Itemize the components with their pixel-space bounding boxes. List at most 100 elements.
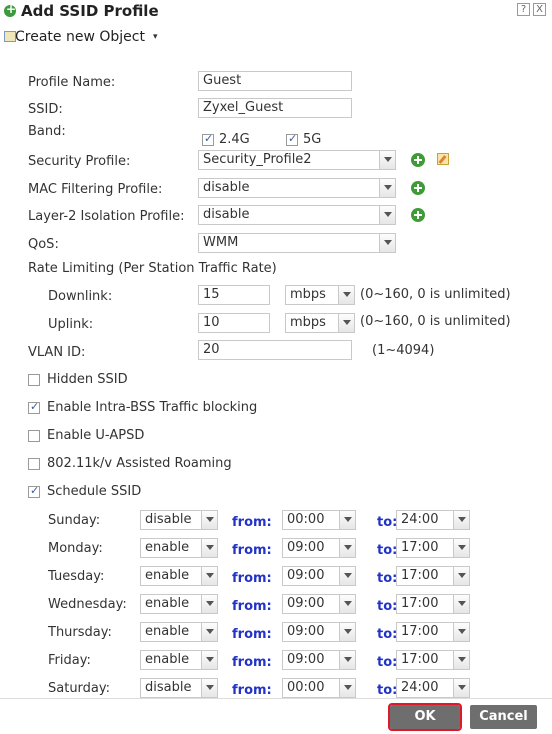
schedule-from-select-value: 09:00: [287, 568, 325, 583]
add-layer2-isolation-icon[interactable]: [411, 208, 425, 222]
schedule-to-label: to:: [377, 655, 398, 670]
uapsd-checkbox[interactable]: [28, 430, 40, 442]
schedule-to-label: to:: [377, 571, 398, 586]
schedule-day-label: Monday:: [48, 541, 103, 556]
add-security-profile-icon[interactable]: [411, 153, 425, 167]
chevron-down-icon: [453, 567, 469, 585]
security-profile-label: Security Profile:: [28, 154, 131, 169]
schedule-to-select[interactable]: 24:00: [396, 678, 470, 698]
schedule-day-label: Wednesday:: [48, 597, 127, 612]
ssid-input[interactable]: Zyxel_Guest: [198, 98, 352, 118]
downlink-range-hint: (0~160, 0 is unlimited): [360, 287, 511, 302]
schedule-state-select[interactable]: enable: [140, 594, 218, 614]
qos-select[interactable]: WMM: [198, 233, 396, 253]
schedule-ssid-label: Schedule SSID: [47, 484, 142, 499]
vlan-id-input[interactable]: 20: [198, 340, 352, 360]
downlink-unit-select[interactable]: mbps: [285, 285, 355, 305]
schedule-from-select[interactable]: 00:00: [282, 510, 356, 530]
schedule-from-select[interactable]: 09:00: [282, 650, 356, 670]
qos-label: QoS:: [28, 237, 59, 252]
chevron-down-icon: [201, 511, 217, 529]
downlink-unit-value: mbps: [290, 287, 326, 302]
schedule-day-label: Tuesday:: [48, 569, 105, 584]
add-mac-filtering-icon[interactable]: [411, 181, 425, 195]
dialog-titlebar: Add SSID Profile ? X: [0, 0, 552, 24]
schedule-to-label: to:: [377, 543, 398, 558]
schedule-from-label: from:: [232, 515, 272, 530]
intra-bss-label: Enable Intra-BSS Traffic blocking: [47, 400, 258, 415]
schedule-state-select-value: enable: [145, 596, 190, 611]
schedule-to-select[interactable]: 17:00: [396, 594, 470, 614]
schedule-state-select-value: disable: [145, 680, 192, 695]
schedule-from-label: from:: [232, 683, 272, 698]
band-5g-label: 5G: [303, 132, 322, 147]
schedule-to-select[interactable]: 17:00: [396, 566, 470, 586]
mac-filtering-select[interactable]: disable: [198, 178, 396, 198]
schedule-ssid-checkbox[interactable]: [28, 484, 40, 498]
schedule-state-select[interactable]: enable: [140, 650, 218, 670]
band-5g-checkbox[interactable]: [286, 132, 298, 146]
chevron-down-icon: [339, 595, 355, 613]
schedule-state-select-value: disable: [145, 512, 192, 527]
chevron-down-icon: [201, 539, 217, 557]
schedule-state-select[interactable]: enable: [140, 566, 218, 586]
chevron-down-icon: [339, 651, 355, 669]
close-icon[interactable]: X: [533, 3, 546, 16]
schedule-to-select[interactable]: 17:00: [396, 538, 470, 558]
ssid-label: SSID:: [28, 102, 63, 117]
rate-limiting-label: Rate Limiting (Per Station Traffic Rate): [28, 261, 277, 276]
schedule-from-label: from:: [232, 599, 272, 614]
profile-name-input[interactable]: Guest: [198, 71, 352, 91]
schedule-state-select[interactable]: disable: [140, 510, 218, 530]
schedule-state-select[interactable]: enable: [140, 622, 218, 642]
schedule-from-select[interactable]: 09:00: [282, 538, 356, 558]
chevron-down-icon: [379, 206, 395, 224]
chevron-down-icon: [201, 651, 217, 669]
downlink-input[interactable]: 15: [198, 285, 270, 305]
chevron-down-icon: [338, 314, 354, 332]
chevron-down-icon: [453, 679, 469, 697]
uplink-unit-value: mbps: [290, 315, 326, 330]
chevron-down-icon: [379, 234, 395, 252]
schedule-from-label: from:: [232, 571, 272, 586]
uplink-input[interactable]: 10: [198, 313, 270, 333]
uapsd-label: Enable U-APSD: [47, 428, 145, 443]
cancel-button[interactable]: Cancel: [470, 705, 537, 729]
schedule-to-label: to:: [377, 515, 398, 530]
security-profile-select[interactable]: Security_Profile2: [198, 150, 396, 170]
schedule-to-select-value: 17:00: [401, 568, 439, 583]
edit-icon[interactable]: [437, 153, 449, 165]
uplink-unit-select[interactable]: mbps: [285, 313, 355, 333]
schedule-from-select[interactable]: 09:00: [282, 566, 356, 586]
schedule-day-label: Thursday:: [48, 625, 112, 640]
schedule-state-select[interactable]: disable: [140, 678, 218, 698]
mac-filtering-value: disable: [203, 180, 250, 195]
schedule-day-label: Saturday:: [48, 681, 111, 696]
help-icon[interactable]: ?: [517, 3, 530, 16]
chevron-down-icon: [201, 595, 217, 613]
intra-bss-checkbox[interactable]: [28, 400, 40, 414]
chevron-down-icon: [201, 679, 217, 697]
schedule-from-select[interactable]: 09:00: [282, 622, 356, 642]
chevron-down-icon: [339, 679, 355, 697]
uplink-label: Uplink:: [48, 317, 94, 332]
schedule-to-label: to:: [377, 599, 398, 614]
schedule-from-select[interactable]: 09:00: [282, 594, 356, 614]
chevron-down-icon: [339, 623, 355, 641]
schedule-day-label: Friday:: [48, 653, 91, 668]
chevron-down-icon: [339, 567, 355, 585]
band-24g-checkbox[interactable]: [202, 132, 214, 146]
schedule-state-select[interactable]: enable: [140, 538, 218, 558]
schedule-to-select[interactable]: 24:00: [396, 510, 470, 530]
schedule-to-select[interactable]: 17:00: [396, 650, 470, 670]
schedule-day-label: Sunday:: [48, 513, 101, 528]
ok-button[interactable]: OK: [388, 703, 462, 731]
chevron-down-icon: [453, 651, 469, 669]
schedule-from-select[interactable]: 00:00: [282, 678, 356, 698]
schedule-to-select[interactable]: 17:00: [396, 622, 470, 642]
layer2-isolation-select[interactable]: disable: [198, 205, 396, 225]
schedule-to-select-value: 17:00: [401, 652, 439, 667]
schedule-from-label: from:: [232, 543, 272, 558]
hidden-ssid-checkbox[interactable]: [28, 374, 40, 386]
roaming-checkbox[interactable]: [28, 458, 40, 470]
